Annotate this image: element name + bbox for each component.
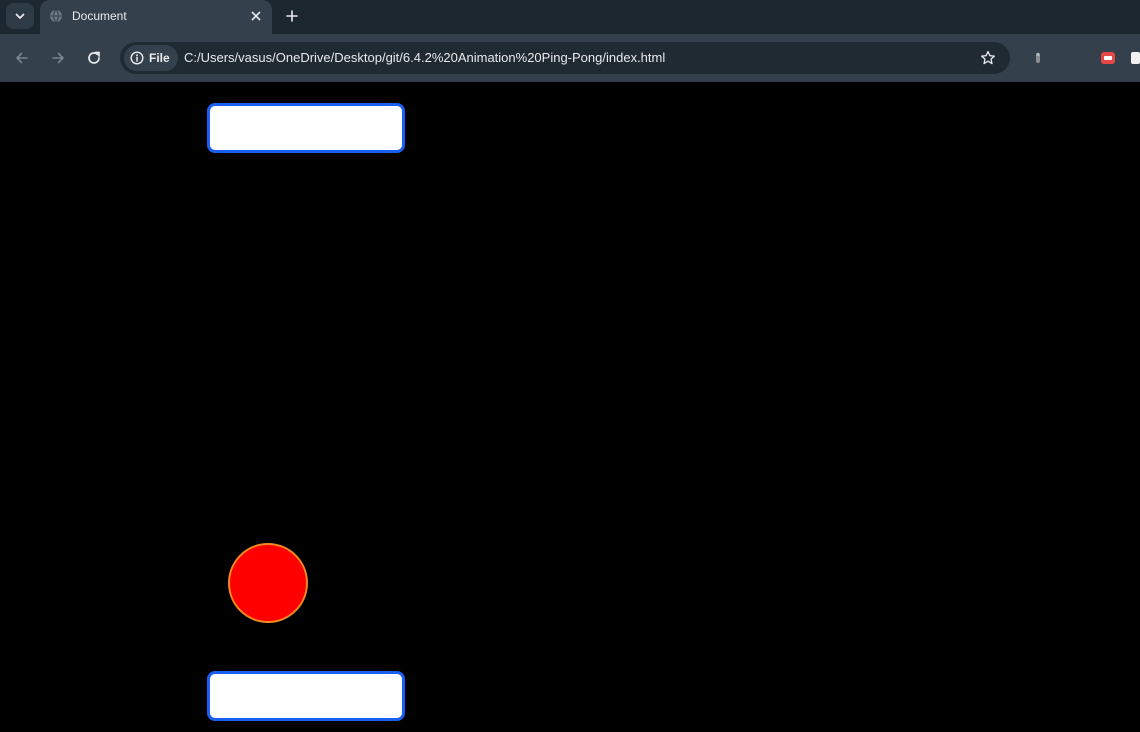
close-icon (251, 11, 261, 21)
extension-icon (1036, 52, 1040, 63)
bookmark-button[interactable] (978, 48, 998, 68)
tab-document[interactable]: Document (40, 0, 272, 34)
toolbar-overflow[interactable] (1130, 48, 1140, 68)
reload-icon (88, 51, 100, 64)
tab-title: Document (72, 9, 127, 23)
address-bar[interactable]: File C:/Users/vasus/OneDrive/Desktop/git… (120, 42, 1010, 74)
chevron-down-icon (15, 13, 25, 19)
info-icon (130, 51, 144, 65)
url-text[interactable]: C:/Users/vasus/OneDrive/Desktop/git/6.4.… (184, 50, 665, 65)
bottom-paddle (207, 671, 405, 721)
arrow-left-icon (16, 52, 28, 64)
globe-icon (50, 9, 62, 23)
reload-button[interactable] (82, 46, 106, 70)
site-chip-label: File (149, 51, 170, 65)
arrow-right-icon (52, 52, 64, 64)
extension-button[interactable] (1028, 48, 1048, 68)
extension-button-red[interactable] (1098, 48, 1118, 68)
forward-button[interactable] (46, 46, 70, 70)
page-viewport (0, 82, 1140, 732)
ball (228, 543, 308, 623)
new-tab-button[interactable] (280, 4, 304, 28)
tab-close-button[interactable] (248, 8, 264, 24)
site-info-chip[interactable]: File (124, 45, 178, 71)
tab-strip: Document (0, 0, 1140, 34)
extension-red-icon (1101, 52, 1115, 64)
browser-window: Document File C:/Users/vasus/OneDrive/De… (0, 0, 1140, 732)
plus-icon (286, 10, 298, 22)
tab-search-button[interactable] (6, 3, 34, 29)
extension-partial-icon (1131, 52, 1140, 64)
back-button[interactable] (10, 46, 34, 70)
star-icon (980, 50, 996, 65)
top-paddle (207, 103, 405, 153)
toolbar: File C:/Users/vasus/OneDrive/Desktop/git… (0, 34, 1140, 82)
